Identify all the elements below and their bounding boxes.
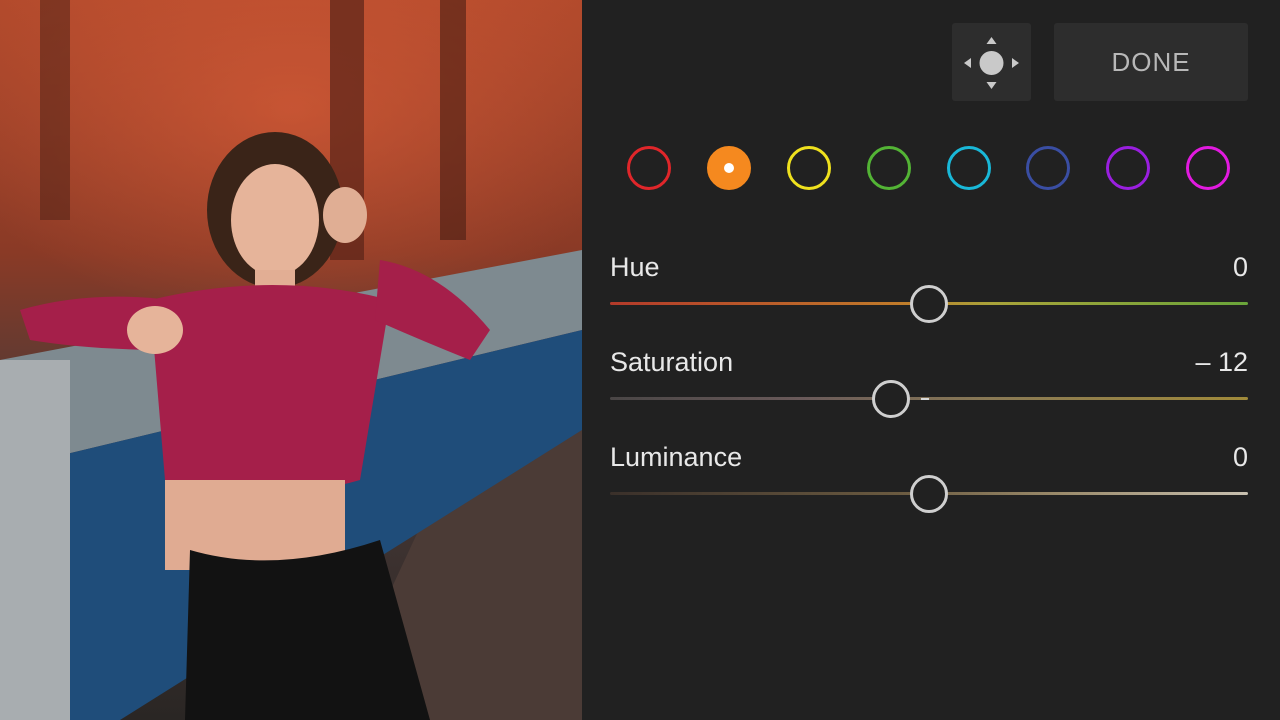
- saturation-slider-track[interactable]: [610, 397, 1248, 400]
- color-swatch-green[interactable]: [867, 146, 911, 190]
- hue-label: Hue: [610, 252, 660, 282]
- color-swatch-orange[interactable]: [707, 146, 751, 190]
- hue-slider-thumb[interactable]: [910, 285, 948, 323]
- target-move-icon: [964, 37, 1019, 89]
- target-adjust-button[interactable]: [952, 23, 1031, 101]
- luminance-label: Luminance: [610, 442, 743, 472]
- luminance-slider-thumb[interactable]: [910, 475, 948, 513]
- done-button[interactable]: DONE: [1054, 23, 1248, 101]
- color-swatch-red[interactable]: [627, 146, 671, 190]
- saturation-default-tick: [921, 398, 929, 400]
- saturation-label: Saturation: [610, 347, 734, 377]
- saturation-value: – 12: [1195, 347, 1248, 377]
- color-swatch-row: [627, 146, 1232, 192]
- photo-preview: [0, 0, 582, 720]
- selected-indicator: [724, 163, 734, 173]
- color-swatch-blue[interactable]: [1026, 146, 1070, 190]
- saturation-slider-thumb[interactable]: [871, 380, 910, 418]
- hsl-panel: DONE Hue 0 Saturation – 12 Luminance 0: [582, 0, 1280, 720]
- color-swatch-aqua[interactable]: [947, 146, 991, 190]
- color-swatch-yellow[interactable]: [787, 146, 831, 190]
- hue-value: 0: [1232, 252, 1248, 282]
- luminance-value: 0: [1232, 442, 1248, 472]
- color-swatch-purple[interactable]: [1106, 146, 1150, 190]
- color-swatch-magenta[interactable]: [1186, 146, 1230, 190]
